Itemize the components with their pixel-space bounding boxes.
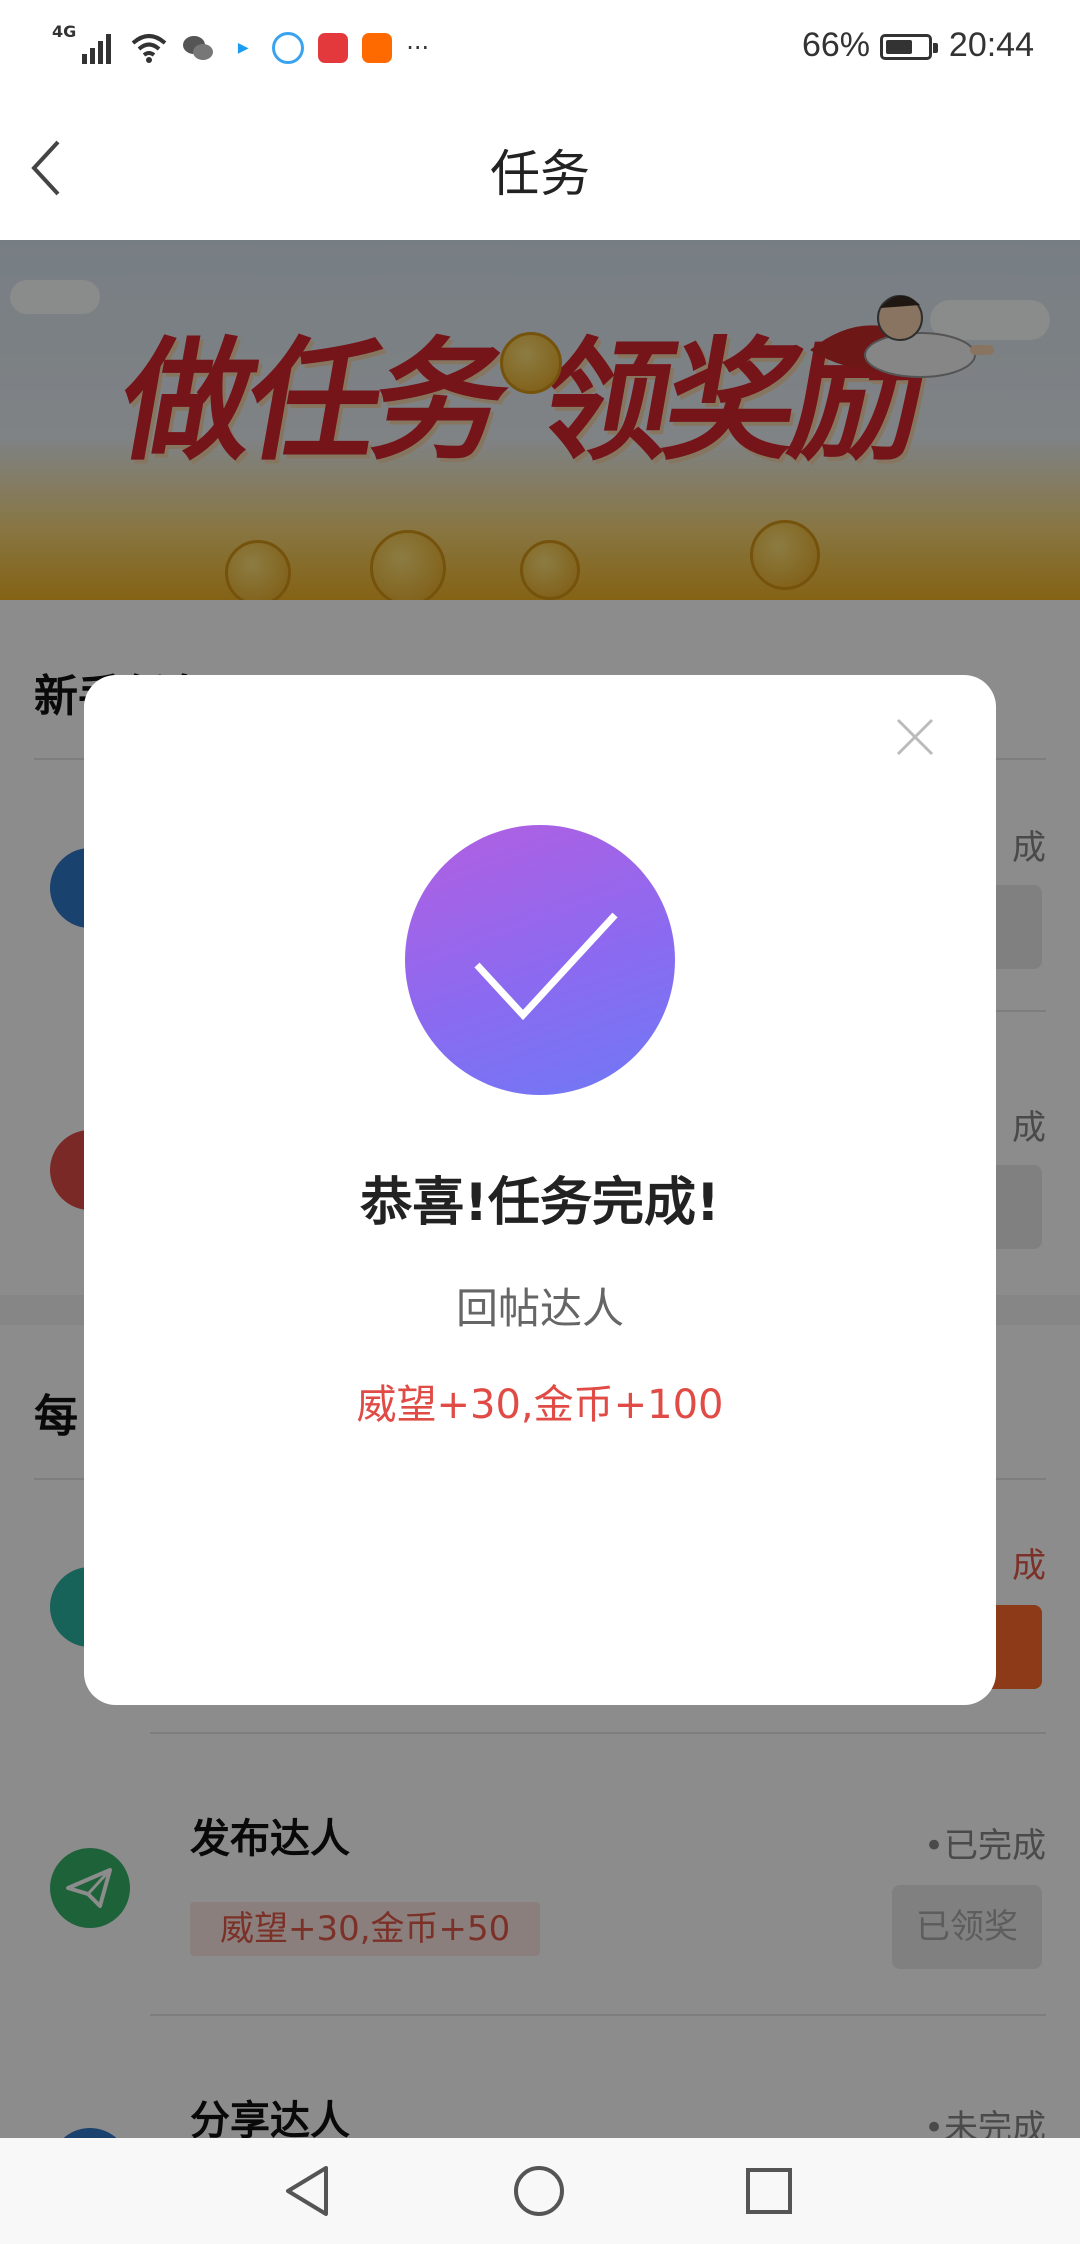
wifi-icon [131, 34, 167, 63]
signal-icon [82, 34, 112, 64]
browser-icon [272, 32, 305, 64]
status-left: 4G ▶ ··· [52, 22, 429, 74]
close-icon [896, 718, 934, 756]
more-icon: ··· [406, 34, 430, 62]
nav-home-icon[interactable] [512, 2164, 566, 2218]
back-button[interactable] [28, 136, 88, 200]
completed-task-name: 回帖达人 [455, 1284, 624, 1333]
huawei-icon [318, 33, 349, 63]
youku-icon: ▶ [228, 33, 259, 63]
chevron-left-icon [31, 140, 60, 196]
battery-percent: 66% [801, 26, 870, 64]
system-nav-bar [0, 2138, 1080, 2244]
nav-back-icon[interactable] [282, 2164, 332, 2218]
network-label: 4G [52, 22, 77, 41]
success-badge [405, 825, 675, 1095]
wechat-icon [183, 36, 214, 60]
reward-text: 威望+30,金币+100 [356, 1382, 724, 1428]
app-header: 任务 [0, 96, 1080, 240]
battery-icon [880, 34, 938, 60]
clock: 20:44 [948, 26, 1034, 64]
nav-recents-icon[interactable] [744, 2166, 794, 2216]
kuaishou-icon [362, 33, 393, 63]
dialog-title: 恭喜!任务完成! [360, 1173, 720, 1233]
close-button[interactable] [890, 712, 940, 762]
page-title: 任务 [490, 145, 590, 203]
checkmark-icon [474, 912, 618, 1021]
